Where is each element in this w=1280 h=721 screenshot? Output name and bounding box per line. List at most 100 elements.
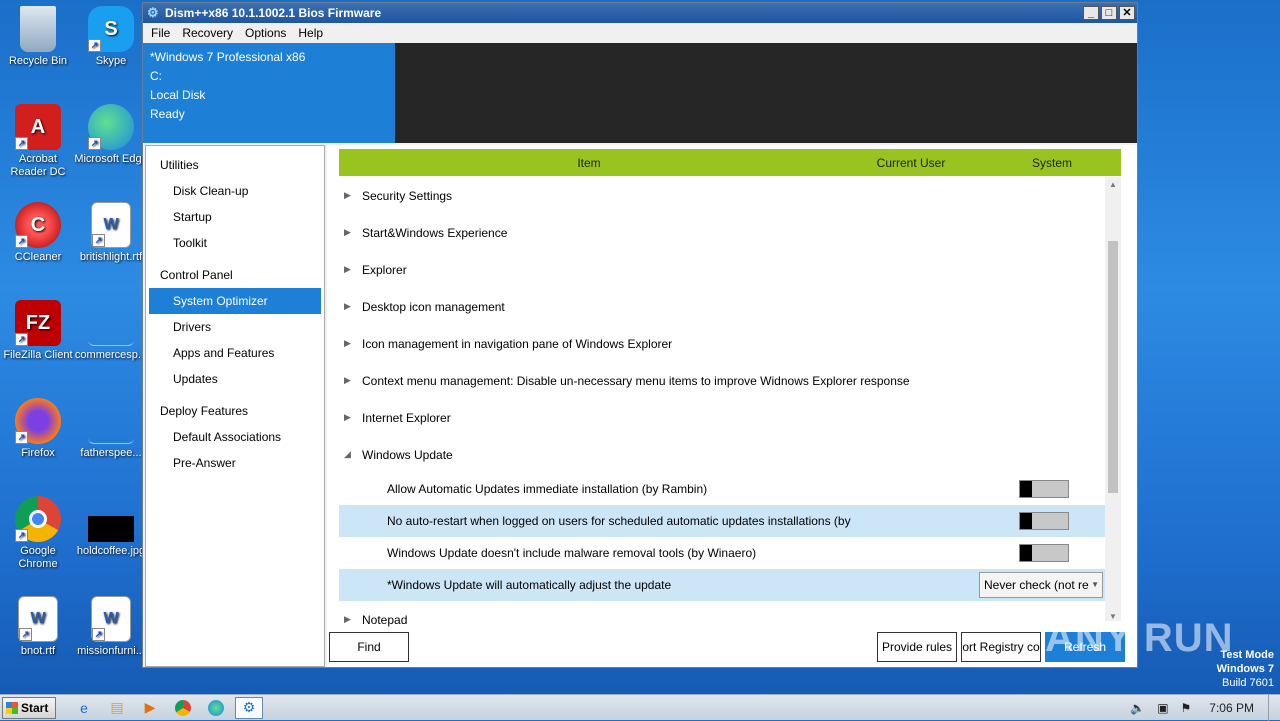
folder-icon[interactable]: ▤	[103, 697, 131, 719]
desktop-icon-skype[interactable]: S ↗ Skype	[73, 6, 149, 68]
nav-item-updates[interactable]: Updates	[146, 366, 324, 392]
desktop-icon-label: CCleaner	[14, 251, 62, 263]
setting-row[interactable]: *Windows Update will automatically adjus…	[339, 569, 1105, 601]
internet-explorer-icon[interactable]: e	[70, 697, 98, 719]
session-info[interactable]: *Windows 7 Professional x86 C: Local Dis…	[143, 43, 395, 143]
expand-arrow-icon[interactable]: ▶	[339, 614, 362, 625]
minimize-button[interactable]: _	[1083, 6, 1099, 20]
volume-icon[interactable]: 🔈	[1130, 701, 1145, 715]
nav-item-startup[interactable]: Startup	[146, 204, 324, 230]
filezilla-icon: FZ ↗	[15, 300, 61, 346]
desktop-icon-fatherspee[interactable]: fatherspee...	[73, 398, 149, 460]
tree-category-desktop-icons[interactable]: ▶ Desktop icon management	[339, 288, 1105, 325]
tree-category-start[interactable]: ▶ Start&Windows Experience	[339, 214, 1105, 251]
action-center-flag-icon[interactable]: ⚑	[1181, 701, 1192, 715]
column-header-system[interactable]: System	[983, 156, 1121, 170]
desktop-icon-chrome[interactable]: ↗ Google Chrome	[0, 496, 76, 571]
collapse-arrow-icon[interactable]: ◢	[339, 449, 362, 460]
expand-arrow-icon[interactable]: ▶	[339, 375, 362, 386]
start-button[interactable]: Start	[2, 696, 56, 719]
session-os: *Windows 7 Professional x86	[150, 50, 306, 64]
tree-category-nav-pane[interactable]: ▶ Icon management in navigation pane of W…	[339, 325, 1105, 362]
nav-item-pre-answer[interactable]: Pre-Answer	[146, 450, 324, 476]
desktop-icon-ccleaner[interactable]: C ↗ CCleaner	[0, 202, 76, 264]
setting-toggle[interactable]	[1019, 512, 1069, 530]
find-button[interactable]: Find	[329, 632, 409, 662]
setting-toggle[interactable]	[1019, 480, 1069, 498]
category-label: Windows Update	[362, 447, 453, 462]
toggle-knob	[1020, 513, 1032, 529]
menu-options[interactable]: Options	[239, 26, 292, 40]
tree-category-windows-update[interactable]: ◢ Windows Update	[339, 436, 1105, 473]
scroll-thumb[interactable]	[1108, 241, 1118, 493]
category-label: Explorer	[362, 262, 407, 277]
watermark-line: Build 7601	[1222, 677, 1274, 689]
vertical-scrollbar[interactable]: ▲ ▼	[1105, 177, 1121, 621]
desktop-icon-label: Firefox	[21, 447, 55, 459]
expand-arrow-icon[interactable]: ▶	[339, 412, 362, 423]
nav-item-drivers[interactable]: Drivers	[146, 314, 324, 340]
nav-item-system-optimizer[interactable]: System Optimizer	[149, 288, 321, 314]
session-drive: C:	[150, 69, 162, 83]
desktop-icon-recycle-bin[interactable]: Recycle Bin	[0, 6, 76, 68]
desktop-icon-holdcoffee[interactable]: holdcoffee.jpg	[73, 496, 149, 558]
column-header-current-user[interactable]: Current User	[839, 156, 983, 170]
category-label: Desktop icon management	[362, 299, 505, 314]
close-button[interactable]: ✕	[1119, 6, 1135, 20]
expand-arrow-icon[interactable]: ▶	[339, 190, 362, 201]
expand-arrow-icon[interactable]: ▶	[339, 338, 362, 349]
setting-row[interactable]: Allow Automatic Updates immediate instal…	[339, 473, 1105, 505]
chrome-taskbar-icon[interactable]	[169, 697, 197, 719]
nav-item-default-associations[interactable]: Default Associations	[146, 424, 324, 450]
expand-arrow-icon[interactable]: ▶	[339, 264, 362, 275]
expand-arrow-icon[interactable]: ▶	[339, 227, 362, 238]
dism-window: ⚙ Dism++x86 10.1.1002.1 Bios Firmware _ …	[142, 2, 1138, 668]
tree-category-security[interactable]: ▶ Security Settings	[339, 177, 1105, 214]
media-player-icon[interactable]: ▶	[136, 697, 164, 719]
update-mode-dropdown[interactable]: Never check (not re ▼	[979, 572, 1103, 598]
setting-row[interactable]: No auto-restart when logged on users for…	[339, 505, 1105, 537]
tree-category-context-menu[interactable]: ▶ Context menu management: Disable un-nec…	[339, 362, 1105, 399]
desktop-icon-edge[interactable]: ↗ Microsoft Edge	[73, 104, 149, 166]
desktop-icon-label: Skype	[95, 55, 127, 67]
dropdown-value: Never check (not re	[984, 578, 1089, 592]
edge-taskbar-icon[interactable]	[202, 697, 230, 719]
desktop-icon-filezilla[interactable]: FZ ↗ FileZilla Client	[0, 300, 76, 362]
desktop-icon-commercesp[interactable]: commercesp...	[73, 300, 149, 362]
expand-arrow-icon[interactable]: ▶	[339, 301, 362, 312]
tree-category-explorer[interactable]: ▶ Explorer	[339, 251, 1105, 288]
word-document-icon: W ↗	[91, 202, 131, 248]
menu-file[interactable]: File	[145, 26, 176, 40]
word-document-icon: W ↗	[18, 596, 58, 642]
menu-recovery[interactable]: Recovery	[176, 26, 239, 40]
test-mode-watermark: Test Mode Windows 7 Build 7601	[1217, 648, 1274, 690]
show-desktop-button[interactable]	[1268, 695, 1280, 721]
clock[interactable]: 7:06 PM	[1209, 701, 1254, 715]
desktop-icon-acrobat[interactable]: A ↗ Acrobat Reader DC	[0, 104, 76, 179]
category-label: Security Settings	[362, 188, 453, 203]
nav-item-disk-cleanup[interactable]: Disk Clean-up	[146, 178, 324, 204]
tree-category-internet-explorer[interactable]: ▶ Internet Explorer	[339, 399, 1105, 436]
scroll-up-icon[interactable]: ▲	[1105, 177, 1121, 193]
nav-item-toolkit[interactable]: Toolkit	[146, 230, 324, 256]
desktop-icon-bnot[interactable]: W ↗ bnot.rtf	[0, 596, 76, 658]
network-icon[interactable]: ▣	[1157, 701, 1168, 715]
maximize-button[interactable]: □	[1101, 6, 1117, 20]
menu-help[interactable]: Help	[292, 26, 329, 40]
nav-header-deploy-features: Deploy Features	[160, 404, 249, 418]
export-registry-button[interactable]: ort Registry co	[961, 632, 1041, 662]
provide-rules-button[interactable]: Provide rules	[877, 632, 957, 662]
session-info-bar: *Windows 7 Professional x86 C: Local Dis…	[143, 43, 1137, 143]
desktop-icon-firefox[interactable]: ↗ Firefox	[0, 398, 76, 460]
nav-item-apps-features[interactable]: Apps and Features	[146, 340, 324, 366]
setting-toggle[interactable]	[1019, 544, 1069, 562]
skype-icon: S ↗	[88, 6, 134, 52]
dism-taskbar-icon[interactable]: ⚙	[235, 696, 263, 719]
desktop-icon-britishlight[interactable]: W ↗ britishlight.rtf	[73, 202, 149, 264]
desktop-icon-label: Acrobat Reader DC	[10, 153, 66, 178]
setting-row[interactable]: Windows Update doesn't include malware r…	[339, 537, 1105, 569]
title-bar[interactable]: ⚙ Dism++x86 10.1.1002.1 Bios Firmware _ …	[143, 3, 1137, 23]
desktop-icon-label: FileZilla Client	[3, 349, 73, 361]
desktop-icon-missionfurni[interactable]: W ↗ missionfurni...	[73, 596, 149, 658]
column-header-item[interactable]: Item	[339, 156, 839, 170]
